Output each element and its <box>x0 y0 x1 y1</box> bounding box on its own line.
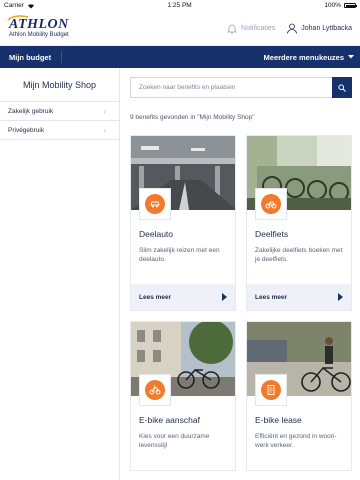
result-count: 9 benefits gevonden in "Mijn Mobility Sh… <box>130 114 255 121</box>
nav-home-link[interactable]: Mijn budget <box>9 53 51 62</box>
read-more-label: Lees meer <box>139 293 172 301</box>
ebike-purchase-icon <box>139 374 171 406</box>
card-description: Slim zakelijk reizen met een deelauto. <box>139 247 220 263</box>
card-description: Zakelijke deelfiets boeken met je deelfi… <box>255 247 343 263</box>
battery-icon <box>344 3 357 8</box>
caret-down-icon <box>348 55 354 59</box>
main-content: Zoeken naar benefits en plaatsen 9 benef… <box>120 68 360 480</box>
sidebar-item-label: Zakelijk gebruik <box>8 107 54 115</box>
status-bar: Carrier 1:25 PM 100% <box>0 0 360 11</box>
search-input[interactable]: Zoeken naar benefits en plaatsen <box>130 77 332 98</box>
search-bar: Zoeken naar benefits en plaatsen <box>130 77 352 98</box>
sidebar-item-privegebruik[interactable]: Privégebruik › <box>0 121 119 140</box>
sidebar-item-zakelijk-gebruik[interactable]: Zakelijk gebruik › <box>0 102 119 121</box>
read-more-link[interactable]: Lees meer <box>131 284 235 310</box>
wifi-icon <box>27 3 34 8</box>
benefit-card-ebike-aanschaf[interactable]: E-bike aanschaf Kies voor een duurzame l… <box>130 321 236 471</box>
more-menu-label: Meerdere menukeuzes <box>263 52 344 62</box>
notifications-button[interactable]: Notificaties <box>227 23 275 34</box>
logo-wordmark: ATHLON <box>7 15 69 32</box>
car-share-icon <box>139 188 171 220</box>
logo-swoosh-icon <box>7 15 29 21</box>
card-title: Deelauto <box>139 229 174 239</box>
card-description: Efficiënt en gezond in woon-werk verkeer… <box>255 433 337 449</box>
sidebar-item-label: Privégebruik <box>8 126 45 134</box>
bike-share-icon <box>255 188 287 220</box>
user-menu[interactable]: Johan Lyttbacka <box>287 23 352 34</box>
battery-percentage: 100% <box>324 2 341 9</box>
more-menu-dropdown[interactable]: Meerdere menukeuzes <box>264 53 354 62</box>
sidebar-title: Mijn Mobility Shop <box>0 68 119 102</box>
search-icon <box>338 83 346 92</box>
chevron-right-icon: › <box>103 125 106 135</box>
read-more-label: Lees meer <box>255 293 288 301</box>
notifications-label: Notificaties <box>241 24 276 32</box>
clock: 1:25 PM <box>167 2 192 9</box>
benefit-card-deelauto[interactable]: Deelauto Slim zakelijk reizen met een de… <box>130 135 236 311</box>
search-button[interactable] <box>332 77 352 98</box>
benefit-card-deelfiets[interactable]: Deelfiets Zakelijke deelfiets boeken met… <box>246 135 352 311</box>
card-title: Deelfiets <box>255 229 289 239</box>
arrow-right-icon <box>338 293 343 301</box>
athlon-logo[interactable]: ATHLON Athlon Mobility Budget <box>7 15 69 38</box>
main-nav: Mijn budget Meerdere menukeuzes <box>0 46 360 68</box>
arrow-right-icon <box>222 293 227 301</box>
chevron-right-icon: › <box>103 106 106 116</box>
user-name: Johan Lyttbacka <box>301 24 352 32</box>
nav-divider <box>61 51 63 63</box>
card-title: E-bike aanschaf <box>139 415 200 425</box>
logo-subtitle: Athlon Mobility Budget <box>9 32 69 38</box>
read-more-link[interactable]: Lees meer <box>247 284 351 310</box>
bell-icon <box>227 24 237 33</box>
app-header: ATHLON Athlon Mobility Budget Notificati… <box>0 11 360 46</box>
sidebar: Mijn Mobility Shop Zakelijk gebruik › Pr… <box>0 68 120 480</box>
card-title: E-bike lease <box>255 415 302 425</box>
benefit-card-ebike-lease[interactable]: E-bike lease Efficiënt en gezond in woon… <box>246 321 352 471</box>
ebike-lease-icon <box>255 374 287 406</box>
benefit-cards: Deelauto Slim zakelijk reizen met een de… <box>130 135 352 471</box>
user-icon <box>287 23 298 34</box>
card-description: Kies voor een duurzame levensstijl <box>139 433 210 449</box>
carrier-label: Carrier <box>4 2 24 9</box>
